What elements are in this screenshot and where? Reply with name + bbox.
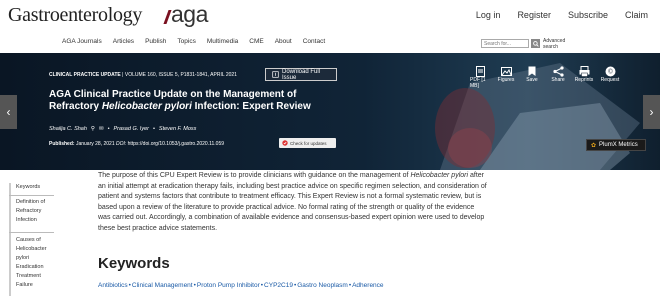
pdf-action[interactable]: PDF [1 MB]	[470, 65, 490, 89]
search-button[interactable]	[531, 39, 540, 48]
top-header: Gastroenterology aga Log in Register Sub…	[0, 0, 660, 33]
subscribe-link[interactable]: Subscribe	[568, 10, 608, 20]
advanced-search-link[interactable]: Advanced search	[543, 38, 573, 50]
aga-logo[interactable]: aga	[171, 1, 208, 28]
sidebar-rail	[9, 183, 11, 296]
main-nav: AGA Journals Articles Publish Topics Mul…	[0, 33, 660, 51]
chevron-right-icon: ›	[649, 105, 654, 119]
search-icon	[532, 40, 539, 47]
author-link[interactable]: Prasad G. Iyer	[114, 126, 149, 132]
save-action[interactable]: Save	[522, 65, 542, 89]
register-link[interactable]: Register	[517, 10, 551, 20]
chevron-left-icon: ‹	[6, 105, 11, 119]
author-link[interactable]: Steven F. Moss	[159, 126, 197, 132]
person-icon: ⚲	[90, 126, 95, 132]
article-actions: PDF [1 MB] Figures Save Share Reprints ©…	[470, 65, 620, 89]
keyword-link[interactable]: Clinical Management	[132, 282, 193, 289]
share-icon	[552, 65, 564, 77]
search-input[interactable]: Search for...	[481, 39, 529, 48]
keyword-link[interactable]: CYP2C19	[264, 282, 293, 289]
share-action[interactable]: Share	[548, 65, 568, 89]
author-list: Shailja C. Shah ⚲ ✉ • Prasad G. Iyer • S…	[49, 126, 197, 132]
plumx-icon: ✿	[591, 142, 597, 149]
next-article-button[interactable]: ›	[643, 95, 660, 129]
article-title: AGA Clinical Practice Update on the Mana…	[49, 89, 311, 112]
reprints-action[interactable]: Reprints	[574, 65, 594, 89]
save-icon	[526, 65, 538, 77]
svg-text:©: ©	[608, 68, 613, 75]
claim-link[interactable]: Claim	[625, 10, 648, 20]
section-label: CLINICAL PRACTICE UPDATE	[49, 72, 121, 78]
keyword-link[interactable]: Adherence	[352, 282, 383, 289]
nav-links: AGA Journals Articles Publish Topics Mul…	[62, 38, 325, 45]
article-meta: CLINICAL PRACTICE UPDATE | VOLUME 160, I…	[49, 72, 237, 78]
download-issue-label: Download Full Issue	[282, 68, 321, 81]
nav-topics[interactable]: Topics	[177, 38, 195, 45]
doi-link[interactable]: https://doi.org/10.1053/j.gastro.2020.11…	[128, 141, 224, 147]
reprints-icon	[578, 65, 590, 77]
pdf-icon	[474, 65, 486, 77]
published-date: January 28, 2021	[75, 141, 115, 147]
request-action[interactable]: © Request	[600, 65, 620, 89]
sidebar-item-keywords[interactable]: Keywords	[16, 183, 51, 192]
nav-articles[interactable]: Articles	[113, 38, 134, 45]
volume-info: VOLUME 160, ISSUE 5, P1831-1841, APRIL 2…	[124, 72, 237, 78]
crossmark-icon	[282, 140, 288, 146]
prev-article-button[interactable]: ‹	[0, 95, 17, 129]
sidebar-item-definition[interactable]: Definition of Refractory Infection	[16, 198, 51, 225]
sidebar-item-causes[interactable]: Causes of Helicobacter pylori Eradicatio…	[16, 236, 51, 290]
nav-multimedia[interactable]: Multimedia	[207, 38, 238, 45]
journal-logo[interactable]: Gastroenterology	[8, 4, 142, 27]
figures-action[interactable]: Figures	[496, 65, 516, 89]
nav-about[interactable]: About	[275, 38, 292, 45]
keyword-link[interactable]: Proton Pump Inhibitor	[197, 282, 260, 289]
download-issue-button[interactable]: Download Full Issue	[265, 68, 337, 81]
check-updates-button[interactable]: Check for updates	[279, 138, 336, 148]
nav-cme[interactable]: CME	[249, 38, 263, 45]
abstract-text: The purpose of this CPU Expert Review is…	[98, 172, 487, 232]
figures-icon	[500, 65, 512, 77]
login-link[interactable]: Log in	[476, 10, 501, 20]
keyword-link[interactable]: Antibiotics	[98, 282, 128, 289]
email-icon[interactable]: ✉	[99, 126, 104, 132]
author-link[interactable]: Shailja C. Shah	[49, 126, 87, 132]
nav-publish[interactable]: Publish	[145, 38, 166, 45]
keyword-link[interactable]: Gastro Neoplasm	[297, 282, 348, 289]
nav-contact[interactable]: Contact	[303, 38, 325, 45]
keywords-heading: Keywords	[98, 255, 170, 272]
keywords-list: Antibiotics • Clinical Management • Proton…	[98, 282, 384, 289]
publication-info: Published: January 28, 2021 DOI: https:/…	[49, 141, 225, 147]
nav-aga-journals[interactable]: AGA Journals	[62, 38, 102, 45]
download-icon	[272, 71, 279, 78]
account-links: Log in Register Subscribe Claim	[476, 10, 648, 20]
request-icon: ©	[604, 65, 616, 77]
plumx-metrics-button[interactable]: ✿ PlumX Metrics	[586, 139, 646, 151]
